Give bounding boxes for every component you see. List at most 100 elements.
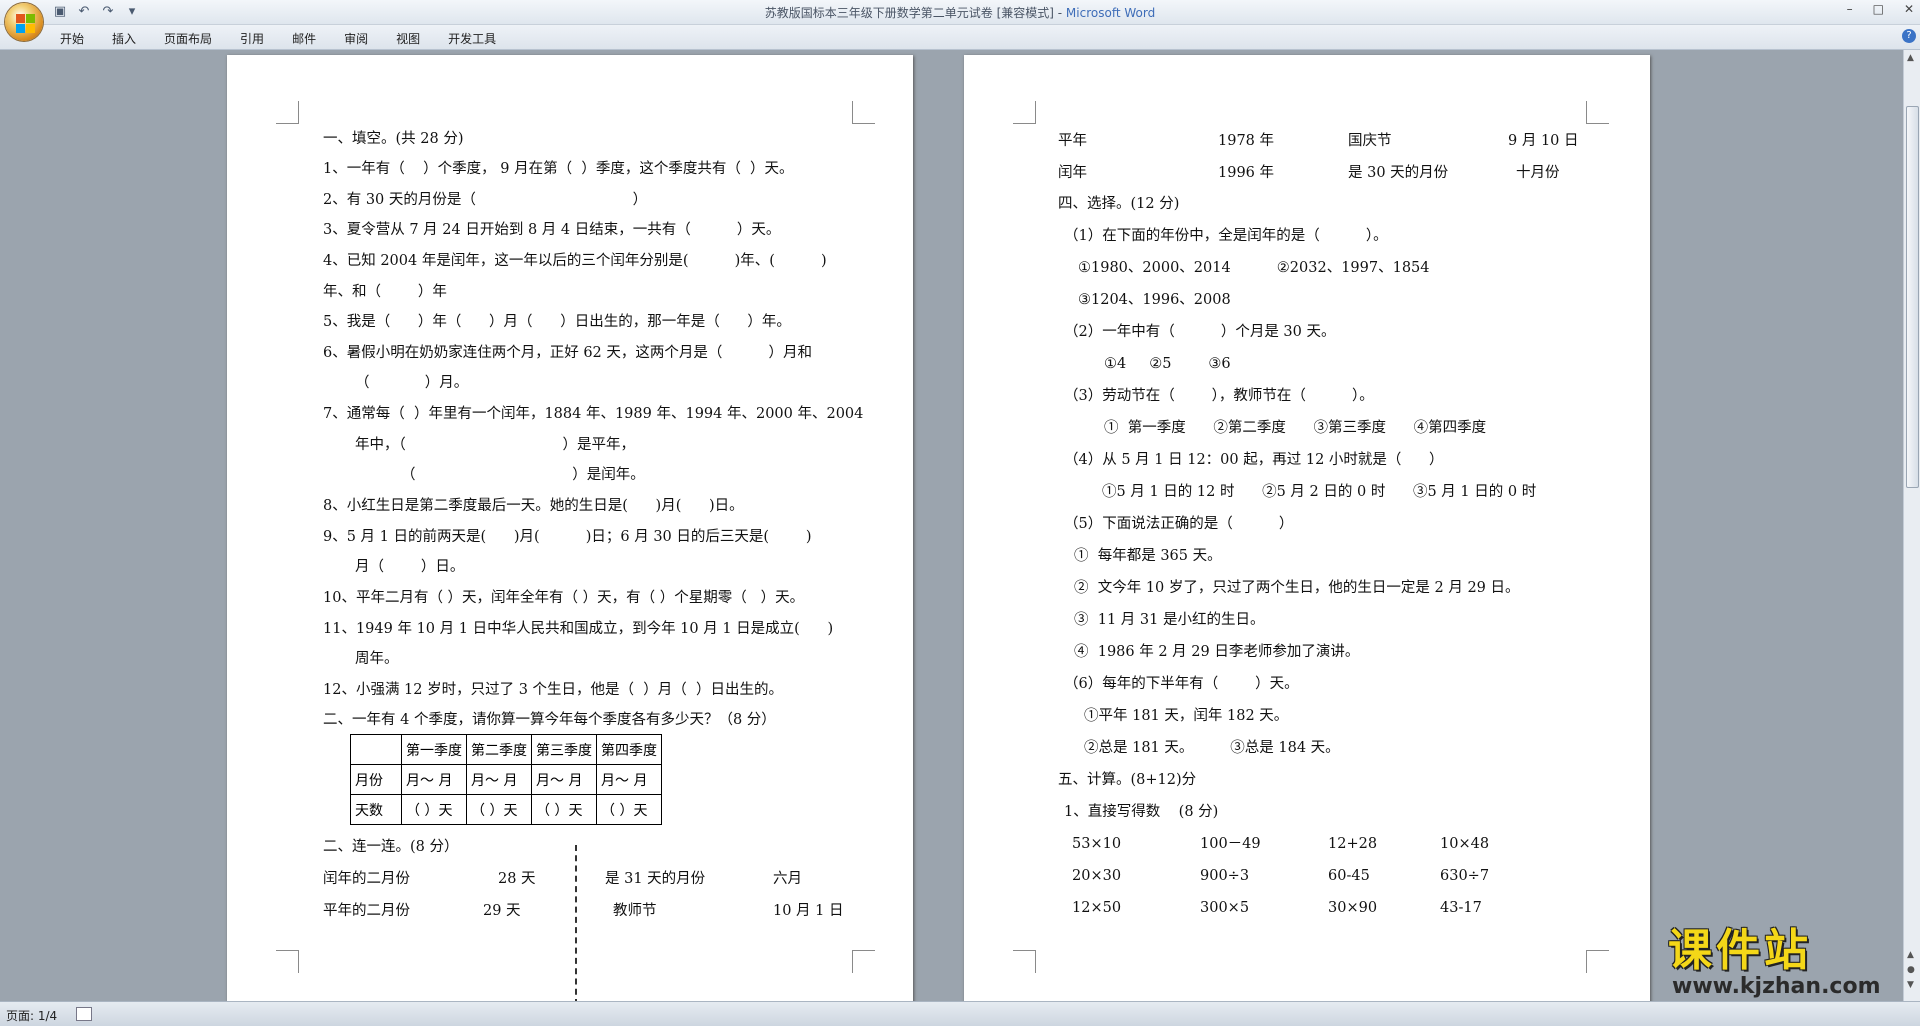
question-line: （2）一年中有（ ）个月是 30 天。 [1064,324,1336,340]
table-header-cell[interactable]: 第二季度 [466,734,532,765]
crop-mark [1013,950,1036,973]
option-line: ①平年 181 天，闰年 182 天。 [1084,708,1289,724]
question-line: （ ）月。 [355,375,469,391]
maximize-button[interactable]: □ [1873,2,1884,16]
match-row-item: 9 月 10 日 [1508,133,1579,149]
site-watermark: 课件站 www.kjzhan.com [1668,926,1900,1002]
table-row: 月份 月～ 月 月～ 月 月～ 月 月～ 月 [350,764,662,795]
table-header-cell[interactable]: 第三季度 [531,734,597,765]
tab-references[interactable]: 引用 [226,28,278,49]
window-title: 苏教版国标本三年级下册数学第二单元试卷 [兼容模式] - Microsoft W… [764,6,1156,20]
table-row: 天数 （ ）天 （ ）天 （ ）天 （ ）天 [350,794,662,825]
tab-page-layout[interactable]: 页面布局 [150,28,226,49]
question-line: 3、夏令营从 7 月 24 日开始到 8 月 4 日结束，一共有（ ）天。 [323,222,781,238]
calc-item: 900÷3 [1200,868,1250,884]
option-line: ③ 11 月 31 是小红的生日。 [1074,612,1265,628]
question-line: 1、一年有（ ）个季度， 9 月在第（ ）季度，这个季度共有（ ）天。 [323,161,794,177]
calc-item: 53×10 [1072,836,1122,852]
section-heading-seasons: 二、一年有 4 个季度，请你算一算今年每个季度各有多少天？（8 分） [323,712,776,728]
next-page-icon[interactable]: ▼ [1907,980,1914,990]
watermark-title: 课件站 [1668,925,1812,976]
match-row-item: 国庆节 [1348,133,1392,149]
page-indicator[interactable]: 页面: 1/4 [6,1007,57,1024]
question-line: 5、我是（ ）年（ ）月（ ）日出生的，那一年是（ ）年。 [323,314,791,330]
table-header-cell[interactable]: 第一季度 [401,734,467,765]
match-row-item: 平年 [1058,133,1087,149]
app-name: Microsoft Word [1065,6,1156,20]
question-line: 7、通常每（ ）年里有一个闰年，1884 年、1989 年、1994 年、200… [323,406,864,422]
table-cell[interactable]: 月～ 月 [466,764,532,795]
calc-item: 30×90 [1328,900,1378,916]
calc-item: 43-17 [1440,900,1482,916]
calc-item: 12+28 [1328,836,1378,852]
tab-review[interactable]: 审阅 [330,28,382,49]
table-cell[interactable]: （ ）天 [466,794,532,825]
table-row: 第一季度 第二季度 第三季度 第四季度 [350,734,662,765]
calc-item: 12×50 [1072,900,1122,916]
office-button[interactable] [5,3,43,41]
previous-page-icon[interactable]: ▲ [1907,950,1914,960]
match-left-value: 29 天 [483,903,521,919]
question-line: 9、5 月 1 日的前两天是( )月( )日；6 月 30 日的后三天是( ) [323,529,812,545]
table-cell[interactable]: 月份 [350,764,402,795]
crop-mark [1586,101,1609,124]
ribbon: 开始 插入 页面布局 引用 邮件 审阅 视图 开发工具 ? [0,25,1920,50]
match-right-item: 教师节 [613,903,657,919]
question-line: 6、暑假小明在奶奶家连住两个月，正好 62 天，这两个月是（ ）月和 [323,345,812,361]
question-line: （ ）是闰年。 [401,467,645,483]
crop-mark [1013,101,1036,124]
document-page-2[interactable]: 平年 1978 年 国庆节 9 月 10 日 闰年 1996 年 是 30 天的… [964,55,1650,1001]
option-line: ④ 1986 年 2 月 29 日李老师参加了演讲。 [1074,644,1360,660]
match-right-item: 是 31 天的月份 [605,871,706,887]
tab-view[interactable]: 视图 [382,28,434,49]
scroll-up-icon[interactable]: ▲ [1907,53,1914,63]
match-row-item: 闰年 [1058,165,1087,181]
calc-item: 20×30 [1072,868,1122,884]
table-cell[interactable]: （ ）天 [401,794,467,825]
proofing-icon[interactable] [76,1007,92,1021]
browse-object-icon[interactable]: ● [1907,965,1915,975]
scrollbar-thumb[interactable] [1906,106,1919,488]
tab-home[interactable]: 开始 [50,28,98,49]
section-heading-choice: 四、选择。(12 分) [1058,196,1180,212]
table-cell[interactable] [350,734,402,765]
question-line: （6）每年的下半年有（ ）天。 [1064,676,1299,692]
close-button[interactable]: ✕ [1904,2,1914,16]
document-page-1[interactable]: 一、填空。(共 28 分) 1、一年有（ ）个季度， 9 月在第（ ）季度，这个… [227,55,913,1001]
option-line: ①1980、2000、2014 ②2032、1997、1854 [1078,260,1430,276]
watermark-url: www.kjzhan.com [1672,974,1881,999]
table-header-cell[interactable]: 第四季度 [596,734,662,765]
minimize-button[interactable]: – [1847,2,1853,16]
question-line: （1）在下面的年份中，全是闰年的是（ ）。 [1064,228,1388,244]
ribbon-tabs: 开始 插入 页面布局 引用 邮件 审阅 视图 开发工具 [50,28,510,49]
option-line: ① 第一季度 ②第二季度 ③第三季度 ④第四季度 [1104,420,1487,436]
section-heading-calc: 五、计算。(8+12)分 [1058,772,1197,788]
tab-mailings[interactable]: 邮件 [278,28,330,49]
title-bar: ▣ ↶ ↷ ▾ 苏教版国标本三年级下册数学第二单元试卷 [兼容模式] - Mic… [0,0,1920,25]
match-row-item: 是 30 天的月份 [1348,165,1449,181]
table-cell[interactable]: 月～ 月 [596,764,662,795]
calc-item: 300×5 [1200,900,1250,916]
question-line: 8、小红生日是第二季度最后一天。她的生日是( )月( )日。 [323,498,744,514]
table-cell[interactable]: 月～ 月 [401,764,467,795]
question-line: （5）下面说法正确的是（ ） [1064,516,1294,532]
question-line: 11、1949 年 10 月 1 日中华人民共和国成立，到今年 10 月 1 日… [323,621,834,637]
calc-item: 630÷7 [1440,868,1490,884]
question-line: 年、和（ ）年 [323,284,447,300]
vertical-scrollbar[interactable]: ▲ ▲ ● ▼ [1903,50,1920,1001]
help-icon[interactable]: ? [1902,29,1916,43]
table-cell[interactable]: （ ）天 [531,794,597,825]
option-line: ①4 ②5 ③6 [1104,356,1231,372]
status-bar: 页面: 1/4 [0,1001,1920,1026]
table-cell[interactable]: 天数 [350,794,402,825]
document-area[interactable]: 一、填空。(共 28 分) 1、一年有（ ）个季度， 9 月在第（ ）季度，这个… [0,50,1904,1001]
tab-insert[interactable]: 插入 [98,28,150,49]
tab-developer[interactable]: 开发工具 [434,28,510,49]
season-table: 第一季度 第二季度 第三季度 第四季度 月份 月～ 月 月～ 月 月～ 月 月～… [350,734,662,825]
option-line: ① 每年都是 365 天。 [1074,548,1222,564]
table-cell[interactable]: （ ）天 [596,794,662,825]
match-left-item: 闰年的二月份 [323,871,410,887]
match-left-value: 28 天 [498,871,536,887]
section-heading-fill: 一、填空。(共 28 分) [323,131,464,147]
table-cell[interactable]: 月～ 月 [531,764,597,795]
